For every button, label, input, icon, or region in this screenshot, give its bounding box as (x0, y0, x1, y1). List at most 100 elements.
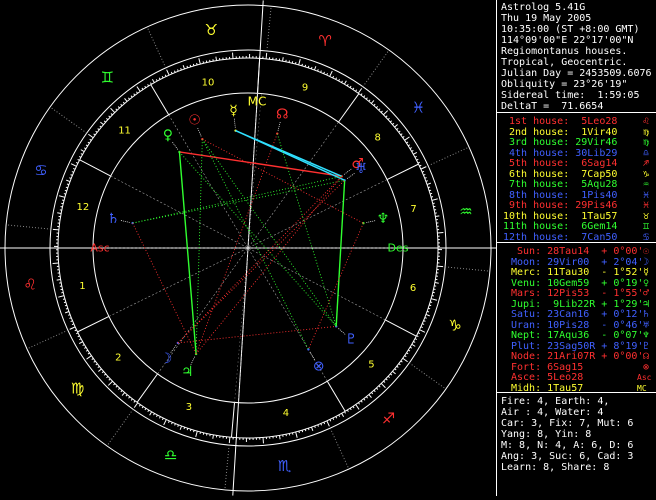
degree-tick (113, 384, 114, 385)
degree-tick (183, 65, 184, 69)
degree-tick (386, 379, 387, 380)
degree-tick (59, 196, 65, 198)
degree-tick (148, 84, 149, 86)
planet-row: Moon: 29Vir00 + 2°04' (511, 257, 643, 268)
house-row: 4th house: 30Lib29 (503, 148, 617, 159)
degree-tick (150, 83, 151, 85)
house-number: 1 (79, 281, 85, 292)
degree-tick (419, 165, 421, 166)
degree-tick (213, 435, 214, 439)
degree-tick (379, 386, 380, 387)
degree-tick (361, 94, 362, 96)
degree-tick (57, 279, 61, 280)
degree-tick (413, 341, 415, 342)
degree-tick (266, 53, 267, 59)
house-number: 10 (202, 77, 215, 88)
degree-tick (102, 371, 104, 372)
degree-tick (421, 167, 426, 169)
planet-row: Node: 21Ari07R + 0°00' (511, 351, 643, 362)
degree-tick (162, 418, 163, 420)
degree-tick (369, 395, 372, 398)
planet-row: Nept: 17Aqu36 - 0°07' (511, 330, 643, 341)
degree-tick (406, 353, 408, 354)
house-row: 6th house: 7Cap50 (503, 169, 617, 180)
degree-tick (154, 413, 155, 415)
stat-line: Car: 3, Fix: 7, Mut: 6 (501, 418, 633, 429)
degree-tick (426, 181, 428, 182)
degree-tick (126, 395, 127, 397)
degree-tick (66, 187, 68, 188)
degree-tick (100, 122, 103, 125)
degree-tick (420, 330, 425, 333)
degree-tick (358, 88, 361, 93)
info-panel: Astrolog 5.41G Thu 19 May 200510:35:00 (… (496, 0, 656, 496)
planet-icon: Asc (637, 372, 651, 383)
degree-tick (430, 193, 432, 194)
degree-tick (384, 381, 385, 382)
aspect-line (336, 180, 344, 326)
planet-row: Satu: 23Can16 + 0°12' (511, 309, 643, 320)
degree-tick (345, 412, 346, 414)
degree-tick (108, 381, 112, 385)
degree-tick (69, 178, 71, 179)
degree-tick (68, 315, 70, 316)
degree-tick (427, 183, 431, 184)
degree-tick (199, 58, 201, 64)
house-number: 3 (186, 402, 192, 413)
degree-tick (142, 88, 143, 90)
sign-divider (147, 27, 166, 68)
degree-tick (342, 413, 344, 416)
mercury-icon: ☿ (229, 103, 238, 119)
house-number: 5 (368, 359, 374, 370)
planet-pointer (121, 221, 130, 223)
degree-tick (279, 435, 280, 439)
aspect-line (202, 139, 308, 349)
degree-tick (321, 71, 322, 73)
info-line: Thu 19 May 2005 (501, 13, 591, 24)
stat-line: M: 8, N: 4, A: 6, D: 6 (501, 440, 633, 451)
sign-cancer-icon: ♋ (34, 162, 47, 180)
degree-tick (393, 371, 396, 374)
degree-tick (356, 405, 359, 410)
degree-tick (196, 431, 198, 437)
sign-icon: ♋ (643, 232, 649, 243)
degree-tick (63, 299, 65, 300)
degree-tick (187, 66, 188, 68)
planet-pointer (198, 128, 201, 136)
degree-tick (88, 142, 90, 143)
degree-tick (350, 86, 351, 88)
degree-tick (100, 126, 102, 127)
degree-tick (339, 415, 340, 417)
degree-tick (79, 342, 82, 344)
sign-divider (267, 6, 271, 51)
house-number: 6 (410, 283, 416, 294)
asc-label: Asc (90, 242, 109, 255)
sign-leo-icon: ♌ (23, 276, 36, 294)
chart-wheel: ♈♉♊♋♌♍♎♏♐♑♒♓123456789101112AscDesMC☉☽☿♀♂… (0, 0, 496, 496)
degree-tick (122, 393, 125, 396)
planet-icon: ♄ (643, 309, 649, 320)
planet-pointer (347, 173, 354, 178)
degree-tick (315, 426, 316, 428)
planet-icon: ♂ (643, 288, 649, 299)
sign-icon: ♍ (643, 137, 649, 148)
planet-row: Asce: 5Leo28 (511, 372, 601, 383)
degree-tick (350, 408, 351, 410)
degree-tick (145, 86, 146, 88)
degree-tick (392, 123, 394, 124)
sign-icon: ♑ (643, 169, 649, 180)
degree-tick (64, 194, 66, 195)
house-cusp (78, 316, 109, 331)
degree-tick (94, 361, 96, 362)
degree-tick (305, 429, 306, 431)
sign-divider (6, 225, 51, 229)
degree-tick (408, 145, 410, 146)
degree-tick (162, 76, 163, 78)
planet-icon: ♅ (643, 320, 649, 331)
degree-tick (327, 421, 329, 426)
planet-pointer (234, 119, 235, 128)
degree-tick (148, 410, 149, 412)
degree-tick (431, 197, 433, 198)
degree-tick (418, 333, 420, 334)
degree-tick (53, 229, 59, 230)
